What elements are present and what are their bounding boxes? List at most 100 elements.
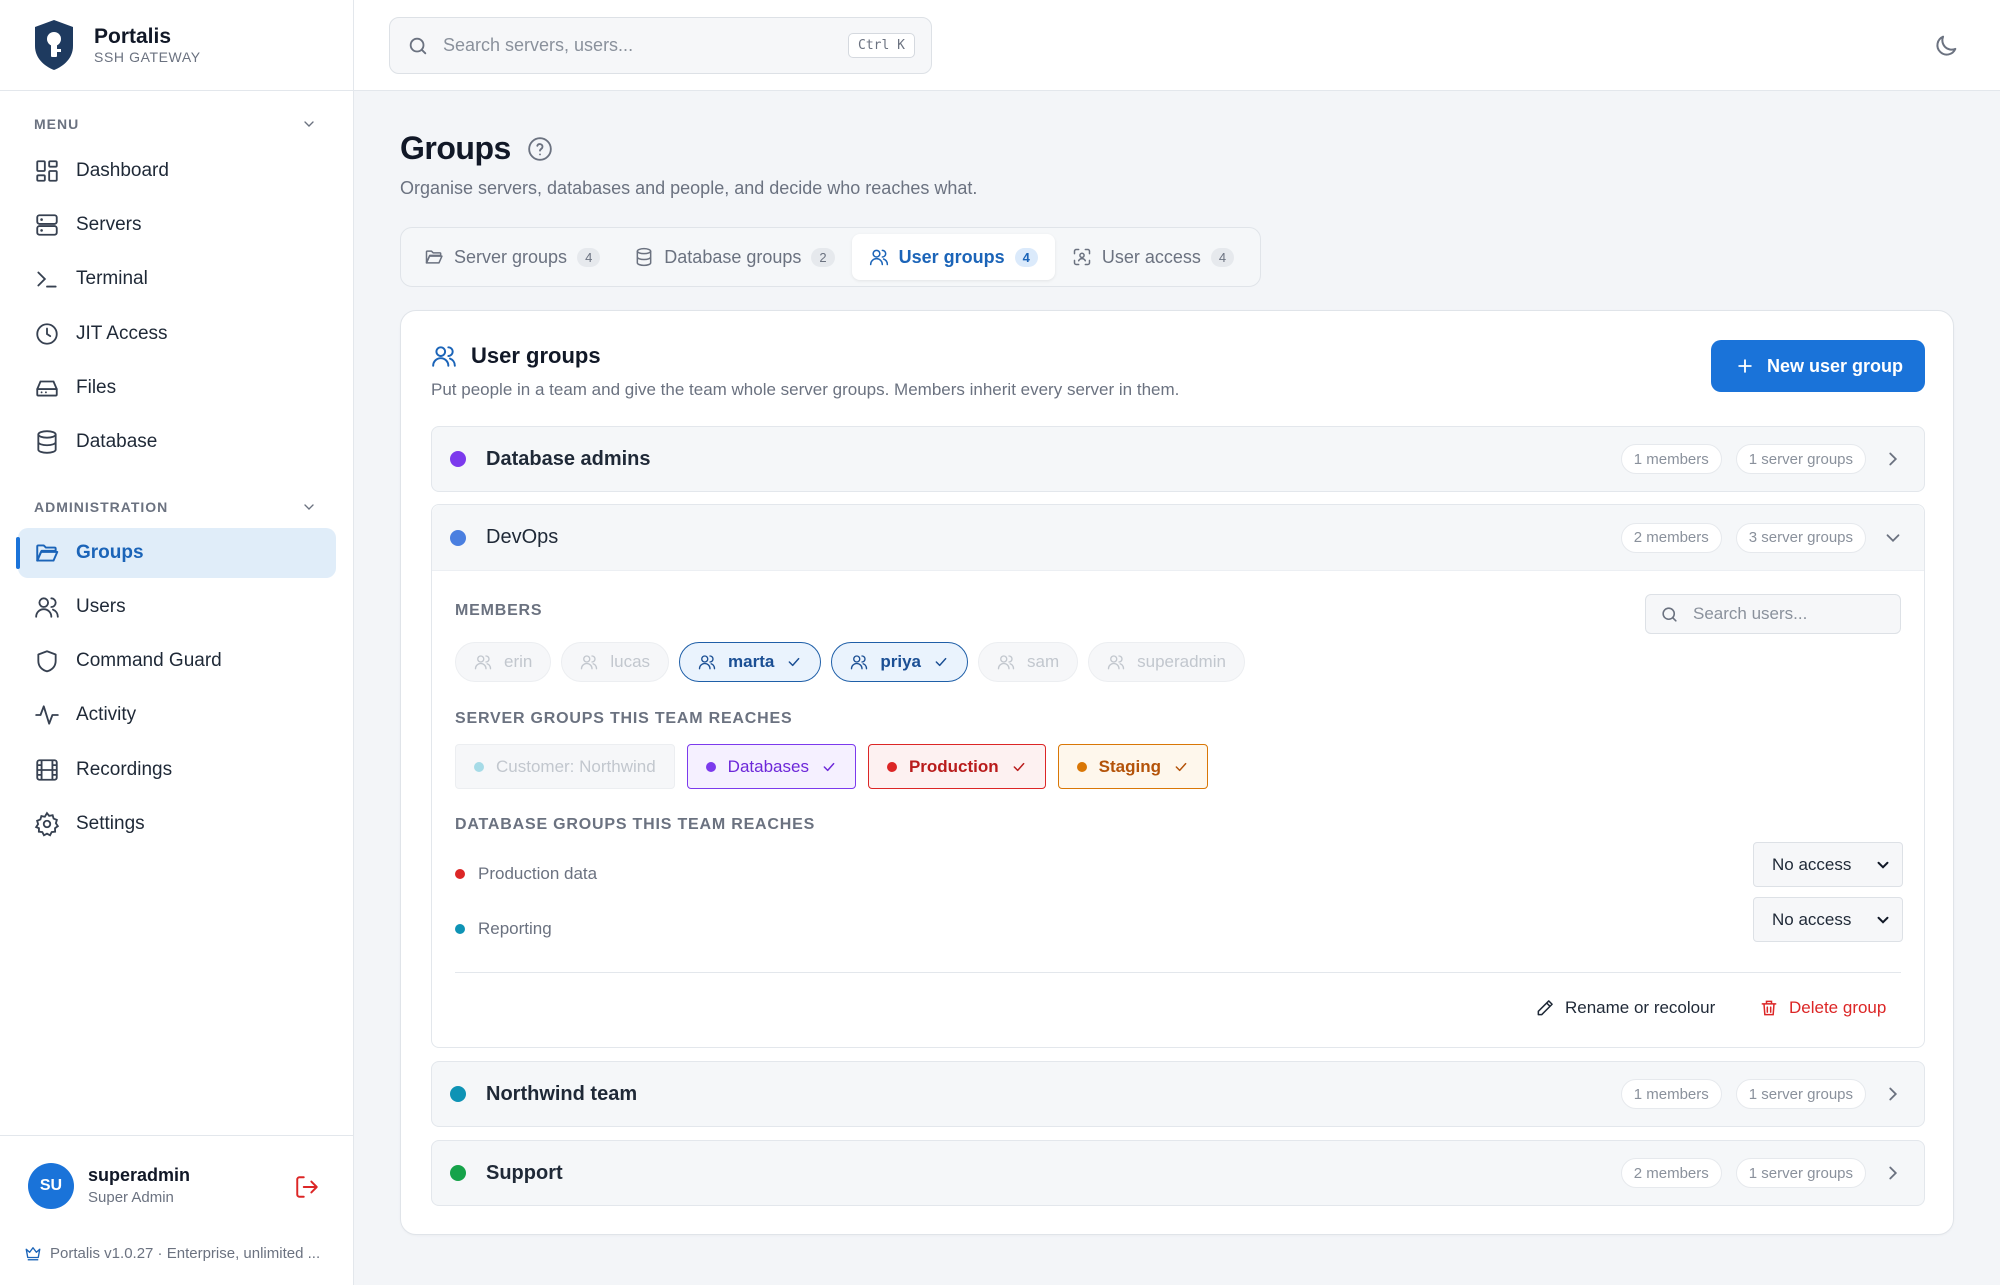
nav-label: Activity bbox=[76, 704, 137, 725]
db-access-value: No access bbox=[1772, 854, 1852, 874]
tab-label: Server groups bbox=[454, 246, 568, 267]
users-icon bbox=[432, 346, 456, 367]
nav-jit-access[interactable]: JIT Access bbox=[18, 309, 336, 359]
member-name: marta bbox=[728, 652, 775, 671]
db-access-select[interactable]: No access bbox=[1753, 842, 1903, 887]
check-icon bbox=[1175, 762, 1187, 771]
server-groups-count-badge: 3 server groups bbox=[1735, 522, 1866, 553]
moon-icon[interactable] bbox=[1932, 32, 1960, 60]
check-icon bbox=[788, 657, 800, 667]
help-icon[interactable] bbox=[527, 136, 553, 162]
nav-label: Servers bbox=[76, 214, 142, 235]
card-title: User groups bbox=[431, 343, 601, 369]
member-name: sam bbox=[1027, 652, 1060, 671]
tab-user-groups[interactable]: User groups 4 bbox=[851, 234, 1055, 280]
terminal-icon bbox=[37, 271, 57, 288]
chevron-down-icon bbox=[1877, 861, 1889, 869]
menu-heading: MENU bbox=[34, 116, 80, 132]
db-access-select[interactable]: No access bbox=[1753, 897, 1903, 942]
db-group-dot bbox=[455, 924, 465, 934]
nav-groups[interactable]: Groups bbox=[16, 528, 336, 578]
server-group-chip-production[interactable]: Production bbox=[867, 744, 1046, 789]
portalis-logo-icon bbox=[35, 20, 73, 70]
nav-activity[interactable]: Activity bbox=[18, 690, 336, 740]
db-group-dot bbox=[455, 869, 465, 879]
user-search-input[interactable]: Search users... bbox=[1645, 594, 1901, 634]
server-group-chip-databases[interactable]: Databases bbox=[686, 744, 856, 789]
divider bbox=[455, 972, 1901, 973]
version-info: Portalis v1.0.27 · Enterprise, unlimited… bbox=[24, 1244, 320, 1262]
chevron-down-icon bbox=[304, 121, 314, 127]
brand-name: Portalis bbox=[94, 25, 172, 48]
group-name: Northwind team bbox=[486, 1082, 638, 1105]
avatar[interactable]: SU bbox=[28, 1163, 74, 1209]
nav-dashboard[interactable]: Dashboard bbox=[18, 146, 336, 196]
server-group-dot bbox=[705, 761, 716, 772]
group-row-northwind-team[interactable]: Northwind team 1 members 1 server groups bbox=[431, 1061, 1925, 1127]
nav-settings[interactable]: Settings bbox=[18, 799, 336, 849]
member-chip-priya[interactable]: priya bbox=[831, 642, 968, 682]
rename-or-recolour-button[interactable]: Rename or recolour bbox=[1535, 998, 1715, 1018]
users-icon bbox=[997, 655, 1015, 670]
nav-label: Terminal bbox=[76, 268, 148, 289]
member-chip-sam[interactable]: sam bbox=[978, 642, 1079, 682]
db-access-value: No access bbox=[1772, 909, 1852, 929]
users-icon bbox=[869, 249, 888, 266]
users-icon bbox=[1107, 655, 1125, 670]
member-chip-erin[interactable]: erin bbox=[455, 642, 552, 682]
tab-database-groups[interactable]: Database groups 2 bbox=[617, 234, 851, 280]
film-icon bbox=[36, 759, 58, 781]
tab-user-access[interactable]: User access 4 bbox=[1055, 234, 1251, 280]
db-group-row-reporting: Reporting No access bbox=[455, 897, 1903, 942]
member-chip-marta[interactable]: marta bbox=[679, 642, 822, 682]
sidebar: Portalis SSH GATEWAY MENU Dashboard Serv… bbox=[0, 0, 354, 1285]
db-group-name: Reporting bbox=[478, 919, 552, 938]
server-group-dot bbox=[1076, 761, 1087, 772]
tab-server-groups[interactable]: Server groups 4 bbox=[407, 234, 617, 280]
new-user-group-button[interactable]: New user group bbox=[1710, 340, 1925, 392]
member-chip-lucas[interactable]: lucas bbox=[561, 642, 670, 682]
delete-group-button[interactable]: Delete group bbox=[1759, 998, 1886, 1018]
nav-servers[interactable]: Servers bbox=[18, 200, 336, 250]
users-icon bbox=[851, 655, 868, 670]
nav-recordings[interactable]: Recordings bbox=[18, 745, 336, 795]
administration-heading: ADMINISTRATION bbox=[34, 499, 169, 515]
nav-files[interactable]: Files bbox=[18, 363, 336, 413]
group-color-dot bbox=[450, 1086, 466, 1102]
server-icon bbox=[36, 214, 58, 236]
server-groups-count-badge: 1 server groups bbox=[1735, 1079, 1866, 1109]
chevron-down-icon bbox=[1886, 533, 1900, 542]
menu-section-header[interactable]: MENU bbox=[34, 116, 317, 132]
shortcut-hint: Ctrl K bbox=[848, 33, 915, 58]
server-group-name: Customer: Northwind bbox=[496, 756, 656, 776]
rename-label: Rename or recolour bbox=[1565, 998, 1716, 1017]
nav-command-guard[interactable]: Command Guard bbox=[18, 636, 336, 686]
page-title: Groups bbox=[400, 130, 511, 166]
tab-count: 4 bbox=[1210, 247, 1235, 267]
administration-section-header[interactable]: ADMINISTRATION bbox=[34, 499, 317, 515]
members-count-badge: 1 members bbox=[1620, 1079, 1722, 1109]
page-subtitle: Organise servers, databases and people, … bbox=[400, 178, 978, 198]
nav-users[interactable]: Users bbox=[18, 582, 336, 632]
nav-database[interactable]: Database bbox=[18, 417, 336, 467]
server-group-chip-staging[interactable]: Staging bbox=[1057, 744, 1209, 789]
group-row-support[interactable]: Support 2 members 1 server groups bbox=[431, 1140, 1925, 1206]
members-count-badge: 2 members bbox=[1620, 522, 1722, 553]
server-group-name: Production bbox=[908, 756, 999, 776]
logout-icon[interactable] bbox=[294, 1174, 320, 1200]
server-group-chip-customer-northwind[interactable]: Customer: Northwind bbox=[455, 744, 675, 789]
trash-icon bbox=[1761, 1000, 1777, 1016]
tab-count: 2 bbox=[811, 247, 835, 267]
group-row-database-admins[interactable]: Database admins 1 members 1 server group… bbox=[431, 426, 1925, 492]
users-icon bbox=[581, 655, 598, 670]
member-chip-superadmin[interactable]: superadmin bbox=[1088, 642, 1245, 682]
brand[interactable]: Portalis SSH GATEWAY bbox=[0, 0, 353, 91]
new-user-group-label: New user group bbox=[1766, 355, 1903, 376]
user-role: Super Admin bbox=[88, 1189, 174, 1206]
drive-icon bbox=[36, 380, 58, 397]
server-groups-count-badge: 1 server groups bbox=[1735, 1158, 1866, 1188]
global-search-input[interactable]: Search servers, users... Ctrl K bbox=[389, 17, 932, 74]
group-tabs: Server groups 4 Database groups 2 User g… bbox=[400, 227, 1261, 287]
nav-terminal[interactable]: Terminal bbox=[18, 254, 336, 304]
group-row-devops[interactable]: DevOps 2 members 3 server groups bbox=[432, 505, 1924, 571]
